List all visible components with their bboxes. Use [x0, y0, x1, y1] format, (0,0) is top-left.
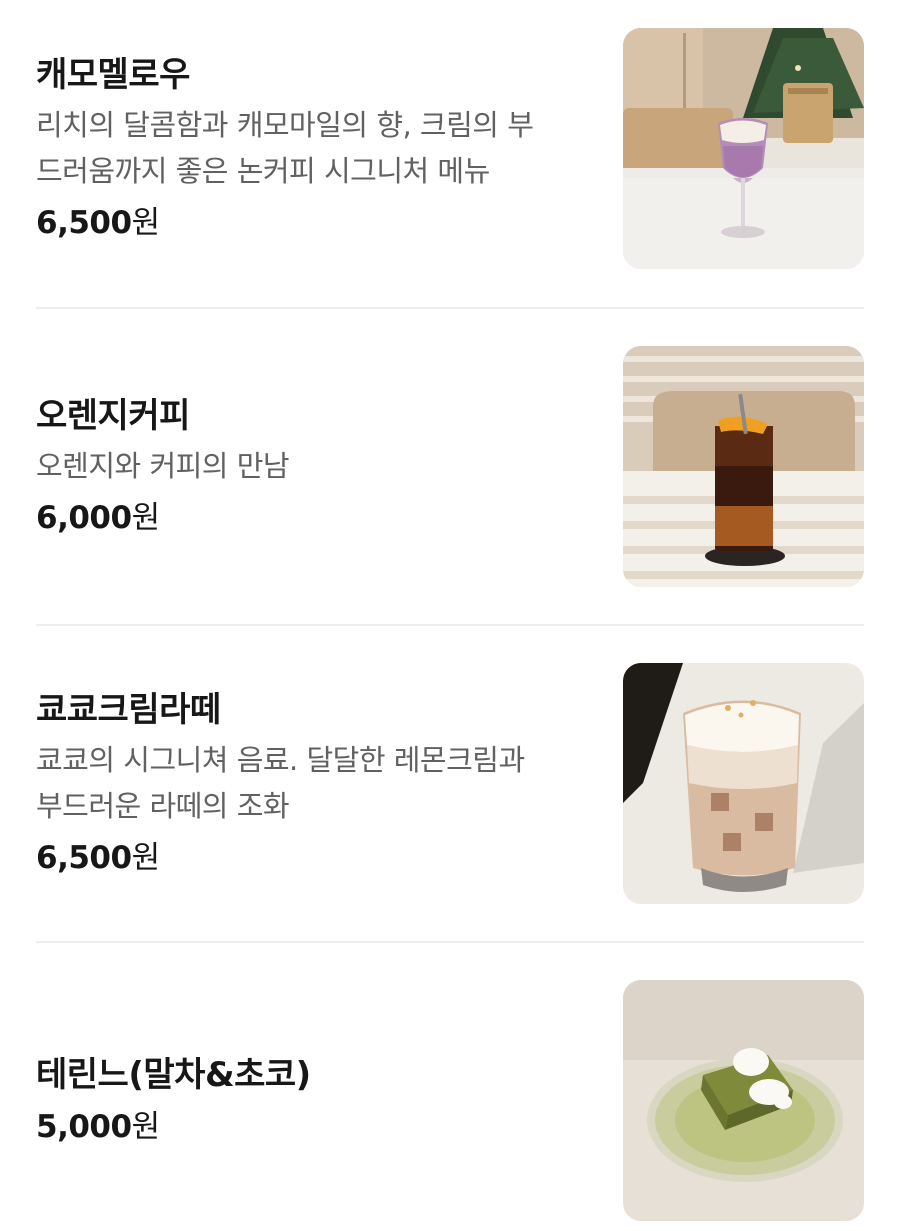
- menu-item-description: 쿄쿄의 시그니쳐 음료. 달달한 레몬크림과 부드러운 라떼의 조화: [36, 737, 596, 829]
- menu-list: 캐모멜로우 리치의 달콤함과 캐모마일의 향, 크림의 부 드러움까지 좋은 논…: [0, 0, 900, 1231]
- price-amount: 6,500: [36, 839, 132, 876]
- menu-item-photo[interactable]: [623, 28, 864, 269]
- price-amount: 6,000: [36, 499, 132, 536]
- price-unit: 원: [131, 499, 161, 536]
- menu-item-description: 리치의 달콤함과 캐모마일의 향, 크림의 부 드러움까지 좋은 논커피 시그니…: [36, 102, 596, 194]
- menu-item-price: 5,000원: [36, 1104, 596, 1150]
- cream-latte-photo-image: [623, 663, 864, 904]
- menu-item-price: 6,500원: [36, 835, 596, 881]
- description-line: 리치의 달콤함과 캐모마일의 향, 크림의 부: [36, 107, 534, 142]
- menu-item-price: 6,000원: [36, 495, 596, 541]
- menu-item-chamomellow[interactable]: 캐모멜로우 리치의 달콤함과 캐모마일의 향, 크림의 부 드러움까지 좋은 논…: [36, 28, 864, 269]
- menu-item-text: 캐모멜로우 리치의 달콤함과 캐모마일의 향, 크림의 부 드러움까지 좋은 논…: [36, 28, 596, 269]
- menu-item-text: 쿄쿄크림라떼 쿄쿄의 시그니쳐 음료. 달달한 레몬크림과 부드러운 라떼의 조…: [36, 663, 596, 904]
- price-amount: 6,500: [36, 204, 132, 241]
- menu-item-photo[interactable]: [623, 980, 864, 1221]
- menu-item-description: 오렌지와 커피의 만남: [36, 443, 596, 489]
- menu-item-price: 6,500원: [36, 200, 596, 246]
- menu-item-photo[interactable]: [623, 346, 864, 587]
- menu-item-name: 테린느(말차&초코): [36, 1054, 311, 1095]
- menu-item-photo[interactable]: [623, 663, 864, 904]
- price-unit: 원: [131, 839, 161, 876]
- terrine-photo-image: [623, 980, 864, 1221]
- price-unit: 원: [131, 204, 161, 241]
- description-line: 오렌지와 커피의 만남: [36, 448, 290, 483]
- description-line: 부드러운 라떼의 조화: [36, 788, 290, 823]
- description-line: 쿄쿄의 시그니쳐 음료. 달달한 레몬크림과: [36, 742, 525, 777]
- menu-item-name: 캐모멜로우: [36, 54, 190, 95]
- menu-item-name: 오렌지커피: [36, 395, 190, 436]
- divider: [36, 941, 864, 943]
- chamomellow-photo-image: [623, 28, 864, 269]
- menu-item-kyokyo-cream-latte[interactable]: 쿄쿄크림라떼 쿄쿄의 시그니쳐 음료. 달달한 레몬크림과 부드러운 라떼의 조…: [36, 663, 864, 904]
- description-line: 드러움까지 좋은 논커피 시그니처 메뉴: [36, 153, 490, 188]
- price-amount: 5,000: [36, 1108, 132, 1145]
- menu-item-terrine[interactable]: 테린느(말차&초코) 5,000원: [36, 980, 864, 1221]
- menu-item-text: 오렌지커피 오렌지와 커피의 만남 6,000원: [36, 346, 596, 587]
- divider: [36, 624, 864, 626]
- menu-item-orange-coffee[interactable]: 오렌지커피 오렌지와 커피의 만남 6,000원: [36, 346, 864, 587]
- menu-item-text: 테린느(말차&초코) 5,000원: [36, 980, 596, 1221]
- divider: [36, 307, 864, 309]
- menu-item-name: 쿄쿄크림라떼: [36, 689, 221, 730]
- orange-coffee-photo-image: [623, 346, 864, 587]
- price-unit: 원: [131, 1108, 161, 1145]
